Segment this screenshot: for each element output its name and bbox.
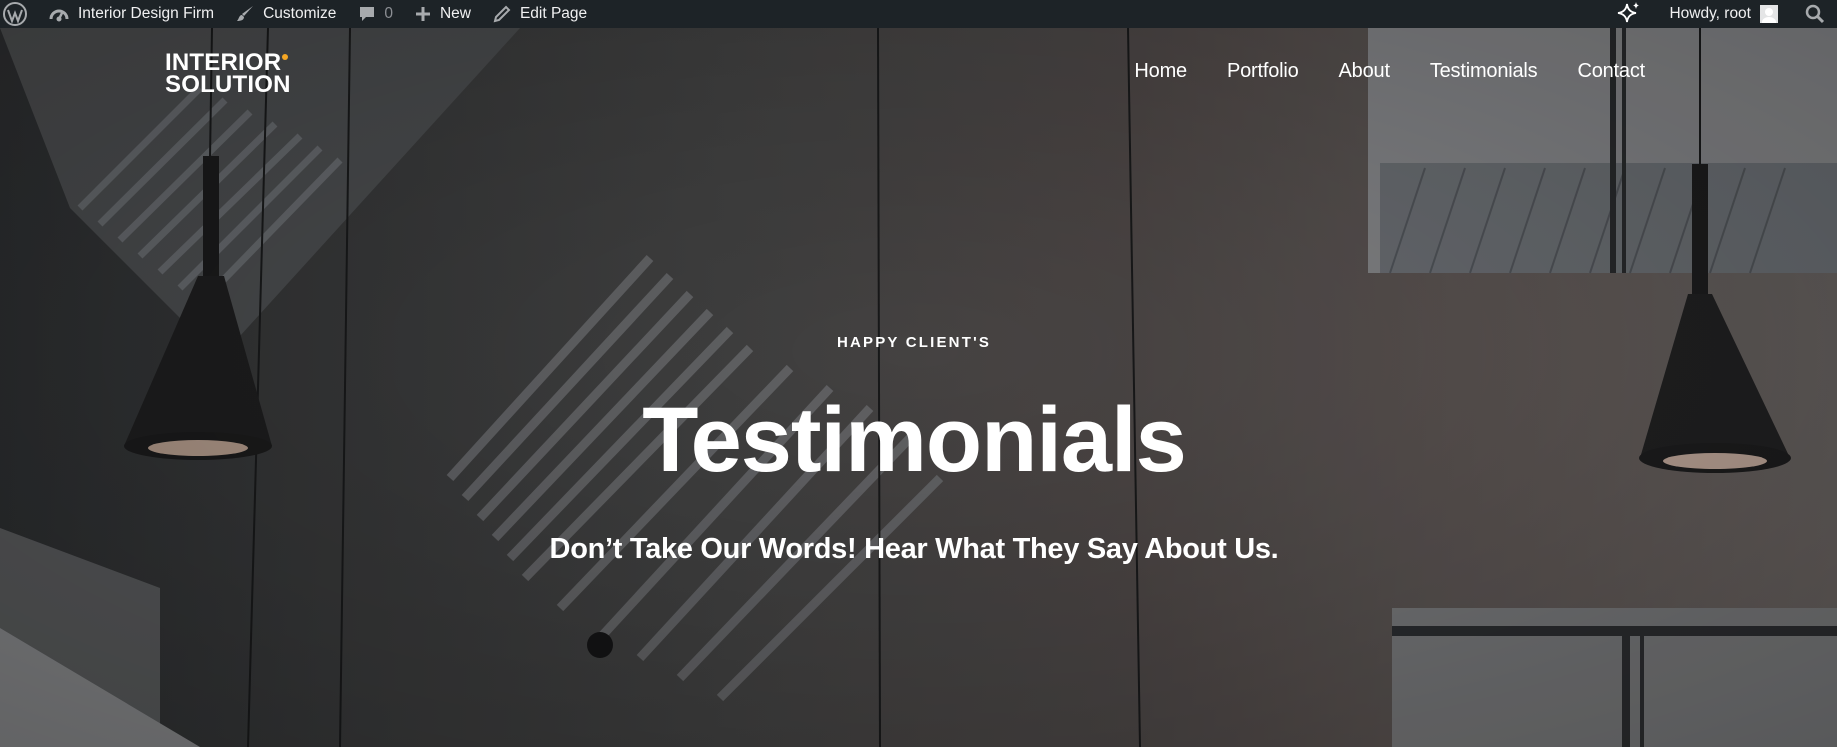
edit-page-link[interactable]: Edit Page [482, 0, 598, 28]
new-label: New [439, 5, 471, 22]
nav-home[interactable]: Home [1134, 60, 1187, 83]
site-name-label: Interior Design Firm [78, 5, 215, 22]
wordpress-icon [2, 1, 28, 27]
nav-contact[interactable]: Contact [1577, 60, 1645, 83]
logo-line-2: SOLUTION [165, 71, 291, 98]
greeting-label: Howdy, root [1669, 5, 1751, 22]
wordpress-logo-menu[interactable] [0, 0, 38, 28]
hero-section: INTERIOR SOLUTION Home Portfolio About T… [0, 28, 1837, 747]
hero-subtitle: Don’t Take Our Words! Hear What They Say… [549, 533, 1279, 565]
avatar [1760, 5, 1778, 23]
customize-label: Customize [263, 5, 337, 22]
logo-dot [282, 54, 289, 60]
brush-icon [236, 5, 254, 23]
dashboard-icon [49, 5, 69, 23]
nav-portfolio[interactable]: Portfolio [1227, 60, 1299, 83]
comments-link[interactable]: 0 [347, 0, 404, 28]
sparkle-icon [1616, 1, 1642, 27]
page-title: Testimonials [642, 389, 1187, 491]
comments-count: 0 [384, 5, 393, 22]
pencil-icon [493, 5, 511, 23]
admin-search-button[interactable] [1789, 0, 1837, 28]
edit-page-label: Edit Page [519, 5, 588, 22]
ai-sparkle-button[interactable] [1600, 0, 1658, 28]
site-logo[interactable]: INTERIOR SOLUTION [165, 51, 291, 98]
customize-link[interactable]: Customize [225, 0, 347, 28]
site-name-menu[interactable]: Interior Design Firm [38, 0, 225, 28]
new-content-menu[interactable]: New [404, 0, 482, 28]
plus-icon [415, 6, 431, 22]
nav-about[interactable]: About [1339, 60, 1390, 83]
hero-overlay [0, 28, 1837, 747]
nav-testimonials[interactable]: Testimonials [1430, 60, 1538, 83]
my-account-menu[interactable]: Howdy, root [1658, 0, 1789, 28]
hero-eyebrow: HAPPY CLIENT'S [836, 334, 992, 351]
search-icon [1805, 4, 1825, 24]
admin-bar: Interior Design Firm Customize 0 New Edi… [0, 0, 1837, 28]
comment-bubble-icon [358, 5, 376, 23]
main-navigation: Home Portfolio About Testimonials Contac… [1094, 60, 1645, 83]
